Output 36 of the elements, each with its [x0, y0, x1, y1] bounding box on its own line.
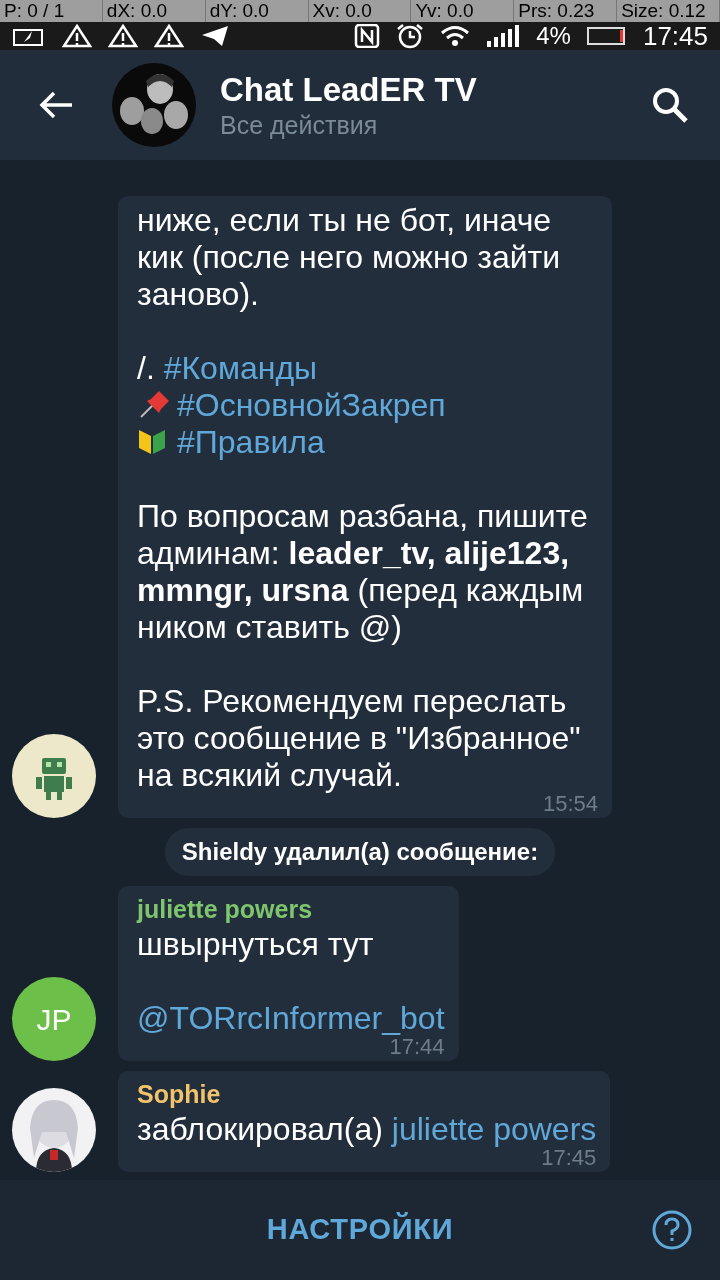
- wifi-icon: [440, 25, 471, 47]
- robot-avatar-icon: [12, 734, 96, 818]
- back-arrow-icon: [38, 90, 74, 120]
- user-avatar: JP: [12, 977, 96, 1061]
- message-time: 15:54: [542, 794, 598, 814]
- nfc-icon: [354, 24, 381, 48]
- battery-icon: [586, 26, 627, 46]
- battery-percent: 4%: [536, 24, 571, 48]
- hashtag-link[interactable]: juliette powers: [391, 1111, 597, 1147]
- mention-link[interactable]: @TORrcInformer_bot: [137, 1000, 445, 1036]
- alarm-clock-icon: [396, 23, 425, 49]
- warning-icon: [108, 24, 138, 48]
- paper-plane-icon: [200, 24, 230, 48]
- message-text: швырнуться тут: [137, 926, 374, 962]
- hashtag-link[interactable]: #ОсновнойЗакреп: [177, 387, 446, 423]
- chat-subtitle: Все действия: [220, 110, 379, 141]
- clock-time: 17:45: [642, 23, 708, 49]
- hashtag-link[interactable]: #Правила: [177, 424, 325, 460]
- message-time: 17:44: [389, 1037, 445, 1057]
- service-message: Shieldy удалил(а) сообщение:: [164, 828, 556, 876]
- signal-icon: [486, 25, 521, 47]
- message-time: 17:45: [541, 1148, 597, 1168]
- warning-icon: [62, 24, 92, 48]
- message-text: заблокировал(а): [137, 1111, 384, 1147]
- message-text: ниже, если ты не бот, иначе кик (после него можно зайти заново).: [137, 202, 561, 312]
- settings-button[interactable]: НАСТРОЙКИ: [266, 1208, 454, 1252]
- message-text: P.S. Рекомендуем переслать это сообщение в "Избранное" на всякий случай.: [137, 683, 581, 793]
- author-name: juliette powers: [137, 894, 314, 925]
- message-text: По вопросам разбана, пишите админам: leader_tv, alije123, mmngr, ursna (перед каждым ником ставить @): [137, 498, 588, 645]
- author-name: Sophie: [137, 1079, 222, 1110]
- help-icon[interactable]: [652, 1210, 692, 1250]
- hashtag-link[interactable]: #Команды: [163, 350, 318, 386]
- chat-title: Chat LeadER TV: [220, 69, 478, 110]
- search-icon: [651, 86, 689, 124]
- message-text: /.: [137, 350, 156, 386]
- warning-icon: [154, 24, 184, 48]
